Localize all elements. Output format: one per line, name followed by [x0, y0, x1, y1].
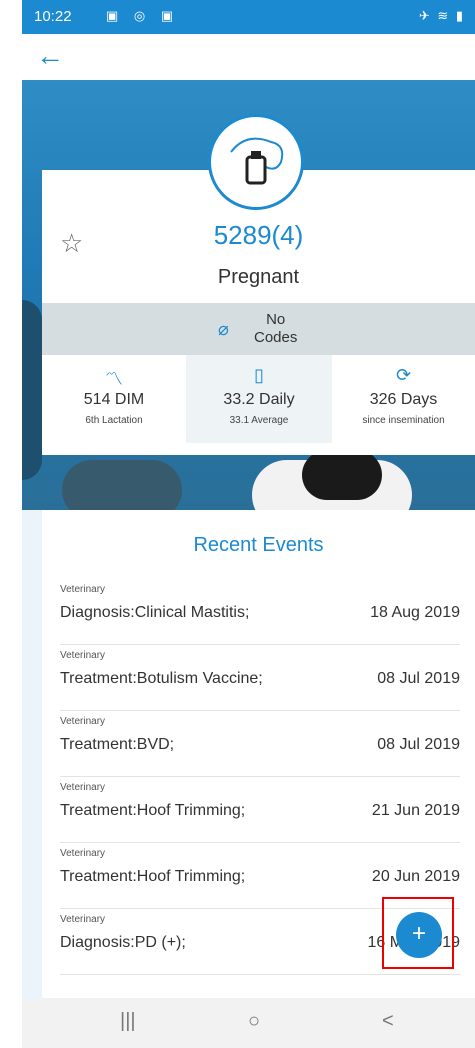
event-category: Veterinary	[60, 848, 106, 859]
home-button[interactable]: ○	[248, 1010, 260, 1033]
event-description: Treatment:BVD;	[60, 736, 175, 753]
stats-row: 〽 514 DIM 6th Lactation ▯ 33.2 Daily 33.…	[42, 355, 475, 443]
event-date: 08 Jul 2019	[377, 670, 460, 687]
event-row[interactable]: Veterinary Treatment:BVD; 08 Jul 2019	[60, 710, 460, 777]
cow-id: 5289(4)	[213, 220, 304, 250]
phone-screen: 10:22 ▣ ◎ ▣ ✈ ≋ ▮ ← ☆ 5289(4) Pregnant ⌀…	[22, 0, 475, 1048]
event-category: Veterinary	[60, 782, 106, 793]
status-bar: 10:22 ▣ ◎ ▣ ✈ ≋ ▮	[22, 0, 475, 34]
stat-dim: 〽 514 DIM 6th Lactation	[42, 355, 186, 443]
event-description: Diagnosis:Clinical Mastitis;	[60, 604, 250, 621]
recent-apps-button[interactable]: |||	[120, 1010, 136, 1033]
cow-status: Pregnant	[217, 266, 300, 288]
tag-icon: ⌀	[218, 319, 229, 339]
milk-icon: ▯	[254, 365, 264, 385]
event-date: 18 Aug 2019	[370, 604, 460, 621]
event-description: Treatment:Hoof Trimming;	[60, 868, 246, 885]
stat-insemination-value: 326 Days	[369, 391, 438, 408]
event-category: Veterinary	[60, 914, 106, 925]
stat-dim-value: 514 DIM	[83, 391, 145, 408]
event-row[interactable]: Veterinary Treatment:Botulism Vaccine; 0…	[60, 644, 460, 711]
stat-insemination-label: since insemination	[362, 415, 445, 426]
event-row[interactable]: Veterinary Treatment:Hoof Trimming; 21 J…	[60, 776, 460, 843]
codes-label: No Codes	[254, 311, 298, 346]
cow-milk-icon	[230, 137, 284, 185]
cow-avatar	[208, 114, 304, 210]
codes-bar: ⌀ No Codes	[42, 303, 475, 355]
stat-milk: ▯ 33.2 Daily 33.1 Average	[186, 355, 332, 443]
event-date: 08 Jul 2019	[377, 736, 460, 753]
stat-milk-value: 33.2 Daily	[223, 391, 295, 408]
stat-milk-label: 33.1 Average	[229, 415, 289, 426]
event-description: Diagnosis:PD (+);	[60, 934, 186, 951]
status-time: 10:22	[34, 8, 72, 25]
event-description: Treatment:Botulism Vaccine;	[60, 670, 263, 687]
event-row[interactable]: Veterinary Diagnosis:Clinical Mastitis; …	[60, 578, 460, 645]
back-arrow-icon[interactable]: ←	[36, 40, 64, 72]
event-description: Treatment:Hoof Trimming;	[60, 802, 246, 819]
event-category: Veterinary	[60, 584, 106, 595]
notification-icons: ▣ ◎ ▣	[106, 8, 180, 23]
stat-dim-label: 6th Lactation	[85, 415, 143, 426]
stat-insemination: ⟳ 326 Days since insemination	[332, 355, 475, 443]
system-back-button[interactable]: <	[382, 1010, 394, 1033]
android-nav-bar: ||| ○ <	[22, 998, 475, 1048]
app-bar: ←	[22, 34, 475, 80]
lactation-curve-icon: 〽	[105, 369, 123, 389]
highlight-box	[382, 897, 454, 969]
system-icons: ✈ ≋ ▮	[418, 8, 465, 23]
event-date: 21 Jun 2019	[371, 802, 460, 819]
insemination-icon: ⟳	[395, 365, 412, 385]
recent-events-title: Recent Events	[193, 534, 324, 556]
event-date: 20 Jun 2019	[371, 868, 460, 885]
event-category: Veterinary	[60, 650, 106, 661]
event-category: Veterinary	[60, 716, 106, 727]
